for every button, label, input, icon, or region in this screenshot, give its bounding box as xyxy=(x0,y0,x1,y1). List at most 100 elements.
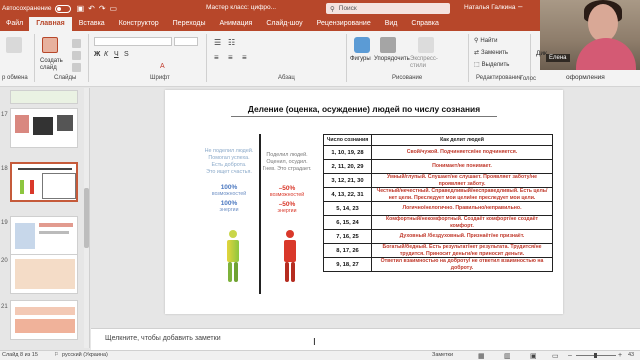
consciousness-number-cell: 8, 17, 26 xyxy=(323,243,372,258)
slide-thumbnail[interactable] xyxy=(10,216,78,256)
scrollbar-thumb[interactable] xyxy=(84,188,89,248)
align-center-icon[interactable]: ≡ xyxy=(228,53,233,62)
notes-button[interactable]: Заметки xyxy=(432,352,453,358)
select-button[interactable]: ⬚ Выделить xyxy=(474,61,510,69)
shapes-button[interactable]: Фигуры xyxy=(350,56,371,62)
webcam-person-face xyxy=(588,4,618,42)
slide-thumbnail-selected[interactable] xyxy=(10,162,78,202)
tab-9[interactable]: Справка xyxy=(404,17,445,31)
align-right-icon[interactable]: ≡ xyxy=(242,53,247,62)
green-person-icon xyxy=(225,230,241,282)
autosave-toggle[interactable]: Автосохранение xyxy=(2,4,71,13)
divider-line xyxy=(259,134,261,294)
dictate-button[interactable]: Дик xyxy=(536,50,547,57)
shapes-icon[interactable] xyxy=(354,37,370,53)
accessibility-icon[interactable]: ⚐ xyxy=(54,352,59,358)
tab-7[interactable]: Рецензирование xyxy=(310,17,378,31)
italic-icon[interactable]: К xyxy=(104,51,108,58)
design-ideas-label[interactable]: оформления xyxy=(566,74,605,81)
zoom-slider-knob[interactable] xyxy=(594,353,597,358)
col-a-pct2: 100% xyxy=(220,200,238,207)
quick-styles-icon[interactable] xyxy=(418,37,434,53)
tab-8[interactable]: Вид xyxy=(378,17,405,31)
tab-1[interactable]: Главная xyxy=(29,17,72,31)
consciousness-number-cell: 6, 15, 24 xyxy=(323,215,372,230)
tab-3[interactable]: Конструктор xyxy=(112,17,166,31)
sorter-view-icon[interactable]: ▥ xyxy=(504,352,511,360)
separator xyxy=(34,34,35,82)
paragraph-group-label: Абзац xyxy=(278,75,295,81)
tab-2[interactable]: Вставка xyxy=(72,17,112,31)
search-input[interactable]: ⚲ Поиск xyxy=(326,3,450,14)
font-name-box[interactable] xyxy=(94,37,172,46)
reading-view-icon[interactable]: ▣ xyxy=(530,352,537,360)
tab-5[interactable]: Анимация xyxy=(212,17,259,31)
editing-group-label: Редактирование xyxy=(476,75,522,81)
division-description-cell: Богатый/бедный. Есть результат/нет резул… xyxy=(371,243,553,258)
find-button[interactable]: ⚲ Найти xyxy=(474,37,498,45)
quick-styles-button[interactable]: Экспресс-стили xyxy=(410,56,444,70)
zoom-in-icon[interactable]: + xyxy=(618,352,622,359)
font-color-icon[interactable]: A xyxy=(160,63,165,70)
slide-thumbnail[interactable] xyxy=(10,254,78,294)
cursor-icon: ⬚ xyxy=(474,62,480,68)
consciousness-table[interactable]: Число сознания Как делит людей 1, 10, 19… xyxy=(323,134,553,272)
col-a-text: Не поделил людей. Помогал успеха. Есть д… xyxy=(201,148,257,214)
slideshow-icon[interactable]: ▭ xyxy=(110,4,118,13)
arrange-icon[interactable] xyxy=(380,37,396,53)
reset-icon[interactable] xyxy=(72,51,81,60)
table-header-row: Число сознания Как делит людей xyxy=(323,134,553,146)
col-b-line: Оценил, осудил. xyxy=(266,159,308,165)
separator xyxy=(206,34,207,82)
redo-icon[interactable]: ↷ xyxy=(99,4,106,13)
font-size-box[interactable] xyxy=(174,37,198,46)
arrange-button[interactable]: Упорядочить xyxy=(374,56,410,62)
bullets-icon[interactable]: ☰ xyxy=(214,38,221,47)
numbering-icon[interactable]: ☷ xyxy=(228,38,235,47)
slide-thumbnail[interactable] xyxy=(10,90,78,104)
tab-6[interactable]: Слайд-шоу xyxy=(259,17,309,31)
slide-thumbnail[interactable] xyxy=(10,300,78,340)
toggle-icon[interactable] xyxy=(54,4,71,13)
separator xyxy=(468,34,469,82)
bold-icon[interactable]: Ж xyxy=(94,51,100,58)
slide-title[interactable]: Деление (оценка, осуждение) людей по чис… xyxy=(165,104,563,114)
strikethrough-icon[interactable]: S xyxy=(124,51,129,58)
tab-0[interactable]: Файл xyxy=(0,17,29,31)
language-indicator[interactable]: русский (Украина) xyxy=(62,352,108,358)
align-left-icon[interactable]: ≡ xyxy=(214,53,219,62)
col-b-line: Поделил людей. xyxy=(266,152,308,158)
new-slide-button[interactable]: Создать слайд xyxy=(40,58,68,72)
zoom-level[interactable]: 43 xyxy=(628,352,634,358)
normal-view-icon[interactable]: ▦ xyxy=(478,352,485,360)
table-row: 2, 11, 20, 29 Понимает/не понимает. xyxy=(323,159,553,174)
select-label: Выделить xyxy=(481,61,510,68)
save-icon[interactable]: ▣ xyxy=(77,4,85,13)
division-description-cell: Свой/чужой. Подчиняется/не подчиняется. xyxy=(371,145,553,160)
col-a-line: Есть доброта. xyxy=(211,162,247,168)
tab-4[interactable]: Переходы xyxy=(166,17,213,31)
undo-icon[interactable]: ↶ xyxy=(88,4,95,13)
slide-thumbnail[interactable] xyxy=(10,108,78,148)
notes-pane[interactable]: Щелкните, чтобы добавить заметки xyxy=(91,328,640,350)
layout-icon[interactable] xyxy=(72,39,81,48)
section-icon[interactable] xyxy=(72,63,81,72)
slide-canvas[interactable]: Деление (оценка, осуждение) людей по чис… xyxy=(165,90,563,314)
paste-icon[interactable] xyxy=(6,37,22,53)
thumbnail-scrollbar[interactable] xyxy=(84,88,89,348)
underline-icon[interactable]: Ч xyxy=(114,51,119,58)
new-slide-icon[interactable] xyxy=(42,37,58,53)
separator xyxy=(530,34,531,82)
user-name[interactable]: Наталья Галкина xyxy=(464,4,515,11)
zoom-out-icon[interactable]: – xyxy=(568,352,572,359)
slideshow-view-icon[interactable]: ▭ xyxy=(552,352,559,360)
col-a-pct: 100% xyxy=(220,184,238,191)
division-description-cell: Честный/нечестный. Справедливый/несправе… xyxy=(371,187,553,202)
clipboard-group-label: р обмена xyxy=(2,75,28,81)
minimize-icon[interactable]: – xyxy=(518,2,522,11)
division-description-cell: Комфортный/некомфортный. Создаёт комфорт… xyxy=(371,215,553,230)
table-row: 8, 17, 26 Богатый/бедный. Есть результат/… xyxy=(323,243,553,258)
search-icon: ⚲ xyxy=(330,5,335,13)
table-row: 7, 16, 25 Духовный /бездуховный. Признаёт… xyxy=(323,229,553,244)
replace-button[interactable]: ⇄ Заменить xyxy=(474,49,508,57)
